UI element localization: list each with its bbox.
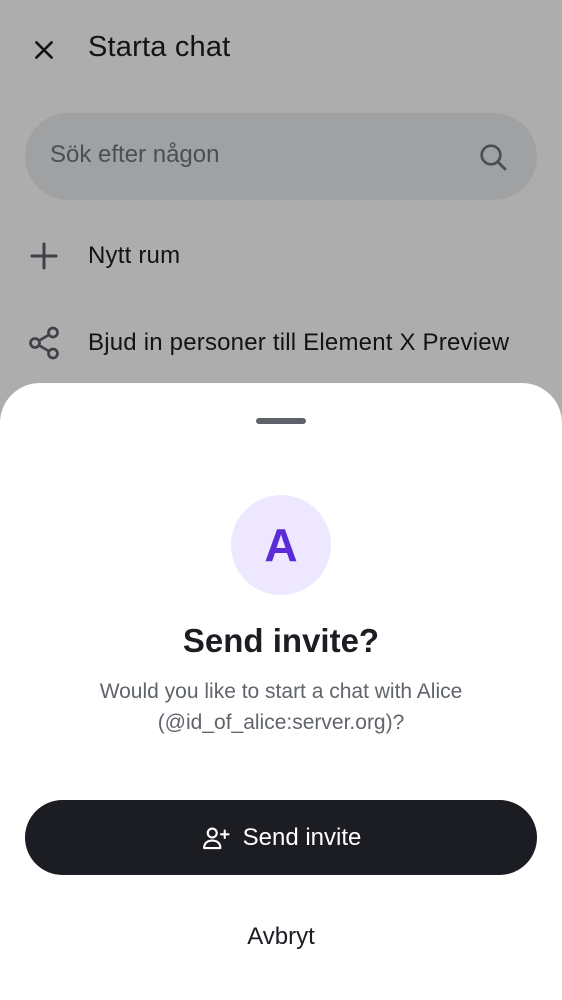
send-invite-button[interactable]: Send invite xyxy=(25,800,537,875)
sheet-description: Would you like to start a chat with Alic… xyxy=(99,680,463,734)
send-invite-label: Send invite xyxy=(242,823,362,851)
send-invite-bottom-sheet: A Send invite? Would you like to start a… xyxy=(0,383,562,1000)
sheet-title: Send invite? xyxy=(182,622,380,659)
cancel-button[interactable]: Avbryt xyxy=(25,903,537,971)
drag-handle[interactable] xyxy=(256,418,306,424)
avatar: A xyxy=(231,495,331,595)
person-add-icon xyxy=(202,826,230,849)
